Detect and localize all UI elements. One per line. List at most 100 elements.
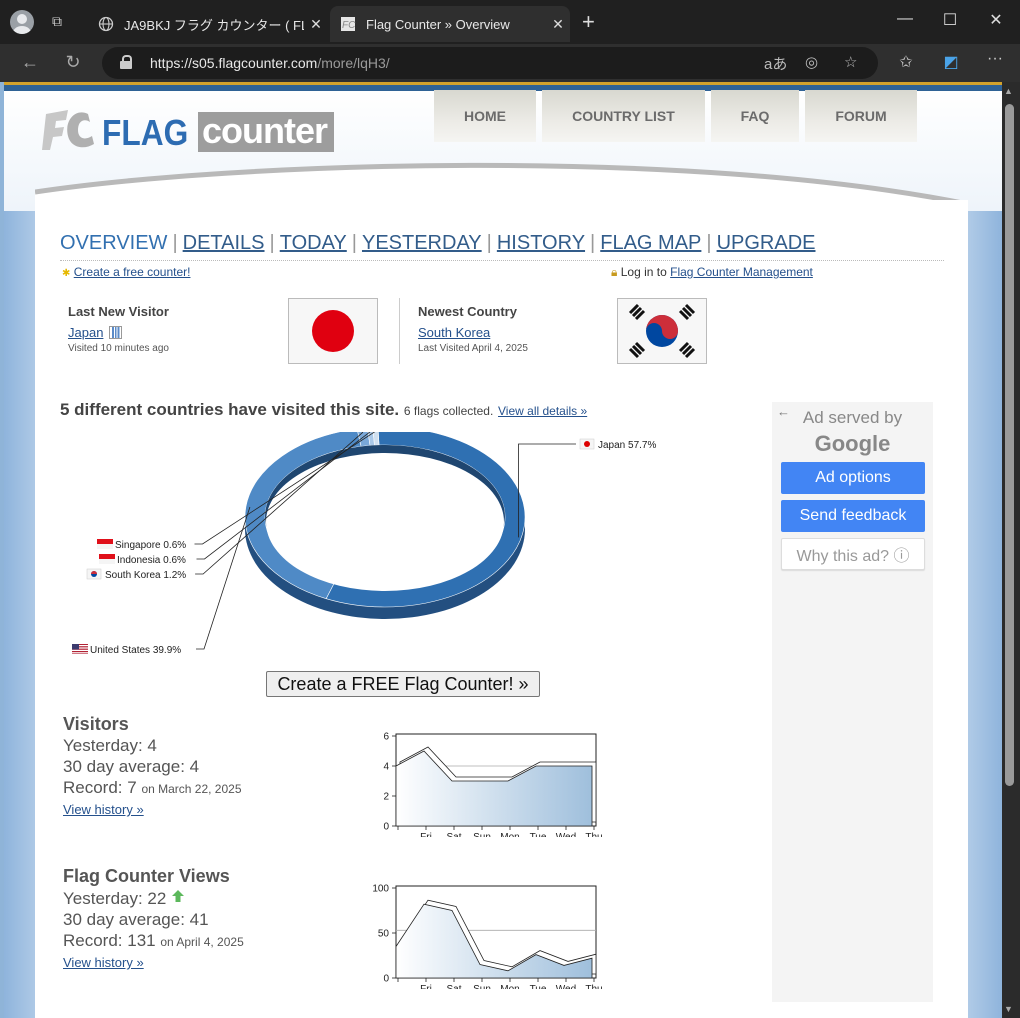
tracking-prevention-icon[interactable]: ◎ xyxy=(805,53,818,71)
read-aloud-icon[interactable]: aあ xyxy=(764,53,787,74)
flag-counter-logo[interactable]: FLAG counter xyxy=(42,108,334,154)
subnav-today[interactable]: TODAY xyxy=(280,232,347,254)
chart-small-icon[interactable] xyxy=(109,326,123,339)
views-record-date: on April 4, 2025 xyxy=(160,935,244,949)
sub-navigation: OVERVIEW | DETAILS | TODAY | YESTERDAY | HISTORY… xyxy=(60,232,816,254)
pie-leader-line xyxy=(518,443,576,538)
tab-flag-counter[interactable]: FC Flag Counter » Overview ✕ xyxy=(330,6,570,42)
login-prefix: Log in to xyxy=(620,265,667,279)
copilot-icon[interactable]: ◩ xyxy=(940,52,962,72)
refresh-icon[interactable]: ↻ xyxy=(61,52,85,73)
y-tick-label: 4 xyxy=(383,762,389,773)
pie-leader-line xyxy=(196,506,251,650)
url-text: https://s05.flagcounter.com/more/lqH3/ xyxy=(150,55,390,71)
last-visitor-block: Last New Visitor Japan Visited 10 minute… xyxy=(68,304,169,354)
y-tick-label: 6 xyxy=(383,732,389,743)
create-free-counter-button[interactable]: Create a FREE Flag Counter! » xyxy=(266,671,540,697)
x-tick-label: Mon xyxy=(500,832,519,837)
flag-kr-icon xyxy=(86,568,102,580)
ad-options-button[interactable]: Ad options xyxy=(781,462,925,494)
profile-avatar-icon[interactable] xyxy=(10,10,34,34)
x-tick-label: Tue xyxy=(530,984,547,989)
country-pie-chart: Japan 57.7% United States 39.9% South Kore… xyxy=(72,432,656,656)
tab-ja9bkj[interactable]: JA9BKJ フラグ カウンター ( FLAG counter ) ✕ xyxy=(88,6,328,42)
scroll-up-icon[interactable]: ▲ xyxy=(1004,86,1013,96)
arrow-up-icon xyxy=(171,887,185,908)
x-tick-label: Wed xyxy=(556,832,576,837)
new-tab-icon[interactable]: + xyxy=(582,10,595,34)
pie-hole xyxy=(266,453,504,591)
x-tick-label: Sat xyxy=(446,832,461,837)
visitors-record-date: on March 22, 2025 xyxy=(141,782,242,796)
subnav-history[interactable]: HISTORY xyxy=(497,232,585,254)
address-bar[interactable]: https://s05.flagcounter.com/more/lqH3/ a… xyxy=(102,47,878,79)
globe-icon xyxy=(98,16,114,32)
pie-label-united-states: United States 39.9% xyxy=(90,645,181,656)
favorites-icon[interactable]: ✩ xyxy=(895,52,917,72)
nav-forum[interactable]: FORUM xyxy=(805,90,917,142)
logo-flag-text: FLAG xyxy=(102,112,189,153)
workspaces-icon[interactable]: ⧉ xyxy=(52,13,70,31)
create-free-counter-link[interactable]: Create a free counter! xyxy=(74,265,191,279)
visitors-chart: 6 4 2 0 Fri Sat Sun Mon Tue Wed Thu xyxy=(383,732,602,838)
tab-title: JA9BKJ フラグ カウンター ( FLAG counter ) xyxy=(124,17,304,33)
lock-icon[interactable] xyxy=(120,55,132,69)
view-all-details-link[interactable]: View all details » xyxy=(498,404,587,418)
send-feedback-button[interactable]: Send feedback xyxy=(781,500,925,532)
scrollbar-thumb[interactable] xyxy=(1005,104,1014,786)
nav-home[interactable]: HOME xyxy=(434,90,536,142)
views-record: Record: 131 xyxy=(63,931,156,950)
y-tick-label: 0 xyxy=(383,822,389,833)
maximize-icon[interactable]: ☐ xyxy=(935,10,965,30)
south-korea-flag-image xyxy=(617,298,707,364)
y-tick-label: 100 xyxy=(372,884,389,895)
tab-strip: ⧉ JA9BKJ フラグ カウンター ( FLAG counter ) ✕ FC… xyxy=(0,0,1020,44)
google-logo: Google xyxy=(814,431,891,456)
x-tick-label: Tue xyxy=(530,832,547,837)
flag-sg-icon xyxy=(97,539,113,549)
newest-country-label: Newest Country xyxy=(418,304,517,319)
dotted-divider xyxy=(60,260,944,261)
scroll-down-icon[interactable]: ▼ xyxy=(1004,1004,1013,1014)
views-history-link[interactable]: View history » xyxy=(63,955,144,970)
views-yesterday: Yesterday: 22 xyxy=(63,889,167,908)
views-chart: 100 50 0 Fri Sat Sun Mon Tue Wed Thu xyxy=(372,884,602,990)
subnav-flag-map[interactable]: FLAG MAP xyxy=(600,232,701,254)
nav-country-list[interactable]: COUNTRY LIST xyxy=(542,90,705,142)
address-bar-row: ← ↻ https://s05.flagcounter.com/more/lqH… xyxy=(0,44,1020,82)
newest-country-time: Last Visited April 4, 2025 xyxy=(418,343,528,354)
more-menu-icon[interactable]: ··· xyxy=(984,50,1006,68)
back-icon[interactable]: ← xyxy=(18,52,42,73)
visitors-stats: Visitors Yesterday: 4 30 day average: 4 … xyxy=(63,714,242,817)
flags-collected: 6 flags collected. xyxy=(403,404,494,418)
countries-headline: 5 different countries have visited this … xyxy=(60,400,587,420)
tab-title: Flag Counter » Overview xyxy=(366,16,510,32)
logo-counter-text: counter xyxy=(198,112,334,152)
minimize-icon[interactable]: — xyxy=(890,10,920,28)
x-tick-label: Sun xyxy=(473,832,491,837)
subnav-details[interactable]: DETAILS xyxy=(183,232,265,254)
why-this-ad-button[interactable]: Why this ad? ⓘ xyxy=(781,538,925,570)
login-link[interactable]: Flag Counter Management xyxy=(670,265,813,279)
subnav-upgrade[interactable]: UPGRADE xyxy=(717,232,816,254)
logo-fc-mark xyxy=(42,108,96,152)
subnav-yesterday[interactable]: YESTERDAY xyxy=(362,232,482,254)
newest-country-link[interactable]: South Korea xyxy=(418,325,490,340)
vertical-divider xyxy=(399,298,400,364)
favorite-star-icon[interactable]: ☆ xyxy=(844,53,857,71)
flag-jp-icon xyxy=(579,438,595,450)
views-title: Flag Counter Views xyxy=(63,866,230,886)
flag-us-icon xyxy=(72,644,88,654)
visitors-history-link[interactable]: View history » xyxy=(63,802,144,817)
visitors-average: 30 day average: 4 xyxy=(63,757,200,776)
close-window-icon[interactable]: ✕ xyxy=(981,10,1011,30)
y-tick-label: 2 xyxy=(383,792,389,803)
pie-label-japan: Japan 57.7% xyxy=(598,440,656,451)
nav-faq[interactable]: FAQ xyxy=(711,90,799,142)
visitors-yesterday: Yesterday: 4 xyxy=(63,736,157,755)
pie-label-indonesia: Indonesia 0.6% xyxy=(117,555,186,566)
close-tab-icon[interactable]: ✕ xyxy=(546,16,570,33)
last-visitor-country[interactable]: Japan xyxy=(68,325,103,340)
subnav-overview[interactable]: OVERVIEW xyxy=(60,232,167,254)
close-tab-icon[interactable]: ✕ xyxy=(304,16,328,33)
